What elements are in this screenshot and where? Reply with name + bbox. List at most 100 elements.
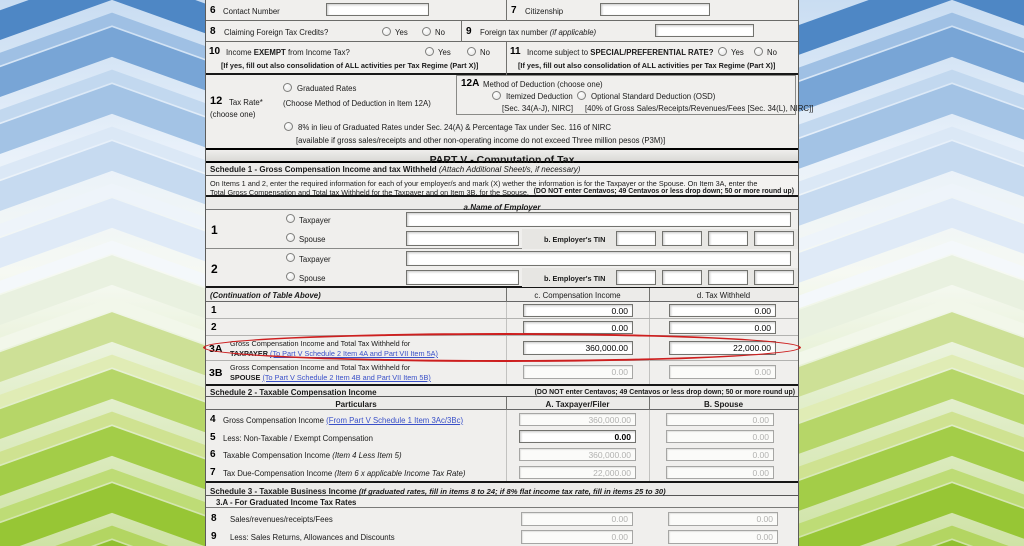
item7b-spouse-input[interactable]: 0.00 [666, 465, 774, 479]
item7-label: Citizenship [525, 7, 564, 16]
column-c-header: c. Compensation Income [534, 291, 621, 300]
row1-taxpayer-radio[interactable] [286, 214, 295, 223]
continuation-header: (Continuation of Table Above) c. Compens… [206, 288, 798, 302]
foreign-tax-number-input[interactable] [655, 24, 754, 37]
item4-crossreference-link[interactable]: (From Part V Schedule 1 Item 3Ac/3Bc) [326, 416, 463, 425]
divider [506, 397, 507, 410]
schedule2-title: Schedule 2 - Taxable Compensation Income [210, 388, 377, 397]
row3b-crossreference-link[interactable]: (To Part V Schedule 2 Item 4B and Part V… [262, 373, 430, 382]
item7-number: 7 [511, 5, 517, 16]
row1-tin-box-4[interactable] [754, 231, 794, 246]
row2-tin-box-1[interactable] [616, 270, 656, 285]
row3b-tax-withheld-input[interactable]: 0.00 [669, 365, 776, 379]
schedule3-header: Schedule 3 - Taxable Business Income (If… [206, 481, 798, 496]
row2-taxpayer-label: Taxpayer [299, 254, 331, 264]
row1-tin-box-2[interactable] [662, 231, 702, 246]
graduated-rates-label: Graduated Rates [297, 84, 357, 93]
item6b-taxpayer-input[interactable]: 360,000.00 [519, 447, 636, 461]
row2-tin-box-3[interactable] [708, 270, 748, 285]
item12a-number: 12A [461, 78, 480, 89]
flat-8pct-radio[interactable] [284, 122, 293, 131]
item11-no-radio[interactable] [754, 47, 763, 56]
item8b-spouse-input[interactable]: 0.00 [668, 512, 778, 526]
row1-tin-box-1[interactable] [616, 231, 656, 246]
row3b-label-line2: SPOUSE (To Part V Schedule 2 Item 4B and… [230, 373, 431, 382]
divider [506, 42, 507, 75]
osd-label: Optional Standard Deduction (OSD) [591, 92, 716, 101]
schedule2-column-header: Particulars A. Taxpayer/Filer B. Spouse [206, 397, 798, 410]
row2-taxpayer-radio[interactable] [286, 253, 295, 262]
osd-note: [40% of Gross Sales/Receipts/Revenues/Fe… [585, 104, 814, 113]
row-foreign-tax: 8 Claiming Foreign Tax Credits? Yes No 9… [206, 21, 798, 42]
divider [506, 288, 507, 302]
row1-tin-box-3[interactable] [708, 231, 748, 246]
item9b-taxpayer-input[interactable]: 0.00 [521, 530, 633, 544]
item10-no-label: No [480, 48, 490, 57]
row2-tin-box-2[interactable] [662, 270, 702, 285]
contact-number-input[interactable] [326, 3, 429, 16]
divider [649, 397, 650, 410]
schedule3-row-8: 8 Sales/revenues/receipts/Fees 0.00 0.00 [206, 508, 798, 528]
item12a-label: Method of Deduction (choose one) [483, 80, 603, 89]
schedule2-rounding-note: (DO NOT enter Centavos; 49 Centavos or l… [534, 389, 795, 396]
itemized-deduction-radio[interactable] [492, 91, 501, 100]
item8-label: Claiming Foreign Tax Credits? [224, 28, 329, 37]
row1-compensation-input[interactable]: 0.00 [523, 304, 633, 317]
item5-taxpayer-input[interactable]: 0.00 [519, 430, 636, 443]
item7b-taxpayer-input[interactable]: 22,000.00 [519, 465, 636, 479]
item9b-spouse-input[interactable]: 0.00 [668, 530, 778, 544]
item6b-spouse-input[interactable]: 0.00 [666, 447, 774, 461]
schedule1-rounding-note: (DO NOT enter Centavos; 49 Centavos or l… [533, 188, 794, 195]
row3b-compensation-input[interactable]: 0.00 [523, 365, 633, 379]
row2-compensation-input[interactable]: 0.00 [523, 321, 633, 334]
row2-tax-withheld-input[interactable]: 0.00 [669, 321, 776, 334]
item10-note: [If yes, fill out also consolidation of … [221, 61, 479, 70]
part5-header: PART V - Computation of Tax [206, 148, 798, 166]
citizenship-input[interactable] [600, 3, 710, 16]
row2-tin-box-4[interactable] [754, 270, 794, 285]
item5-spouse-input[interactable]: 0.00 [666, 430, 774, 443]
item8-number: 8 [210, 26, 216, 37]
money-row2-number: 2 [211, 322, 217, 333]
employer-row1-number: 1 [211, 223, 218, 237]
row1-spouse-employer-input[interactable] [406, 231, 519, 246]
item11-yes-radio[interactable] [718, 47, 727, 56]
row1-tax-withheld-input[interactable]: 0.00 [669, 304, 776, 317]
money-row-1: 1 0.00 0.00 [206, 302, 798, 319]
row2-spouse-employer-input[interactable] [406, 270, 519, 285]
money-row-3b: 3B Gross Compensation Income and Total T… [206, 361, 798, 384]
item9-label: Foreign tax number (if applicable) [480, 28, 597, 37]
item4-label: Gross Compensation Income (From Part V S… [223, 415, 464, 425]
row2-taxpayer-employer-input[interactable] [406, 251, 791, 266]
item9-number: 9 [466, 26, 472, 37]
row1-spouse-radio[interactable] [286, 233, 295, 242]
item8b-taxpayer-input[interactable]: 0.00 [521, 512, 633, 526]
item8-yes-radio[interactable] [382, 27, 391, 36]
particulars-header: Particulars [335, 399, 377, 409]
schedule1-description: On Items 1 and 2, enter the required inf… [206, 176, 798, 197]
schedule1-title: Schedule 1 - Gross Compensation Income a… [210, 165, 581, 174]
row1-taxpayer-label: Taxpayer [299, 215, 331, 225]
row2-spouse-label: Spouse [299, 273, 326, 283]
graduated-rates-radio[interactable] [283, 83, 292, 92]
item11-label: Income subject to SPECIAL/PREFERENTIAL R… [527, 48, 714, 57]
divider [461, 21, 462, 42]
item10-yes-radio[interactable] [425, 47, 434, 56]
item11-note: [If yes, fill out also consolidation of … [518, 61, 776, 70]
item4-spouse-input[interactable]: 0.00 [666, 412, 774, 426]
row3b-number: 3B [209, 367, 223, 379]
item8-no-radio[interactable] [422, 27, 431, 36]
money-row1-number: 1 [211, 305, 217, 316]
row-contact-citizenship: 6 Contact Number 7 Citizenship [206, 0, 798, 21]
osd-radio[interactable] [577, 91, 586, 100]
item4-taxpayer-input[interactable]: 360,000.00 [519, 412, 636, 426]
item11-number: 11 [510, 46, 521, 57]
schedule2-row-4: 4 Gross Compensation Income (From Part V… [206, 410, 798, 428]
screen: 6 Contact Number 7 Citizenship 8 Claimin… [0, 0, 1024, 546]
schedule1-desc-line1: On Items 1 and 2, enter the required inf… [210, 178, 758, 188]
schedule3a-subheader: 3.A - For Graduated Income Tax Rates [206, 496, 798, 508]
row1-taxpayer-employer-input[interactable] [406, 212, 791, 227]
item10-no-radio[interactable] [467, 47, 476, 56]
row2-spouse-radio[interactable] [286, 272, 295, 281]
schedule3-row-9: 9 Less: Sales Returns, Allowances and Di… [206, 528, 798, 546]
